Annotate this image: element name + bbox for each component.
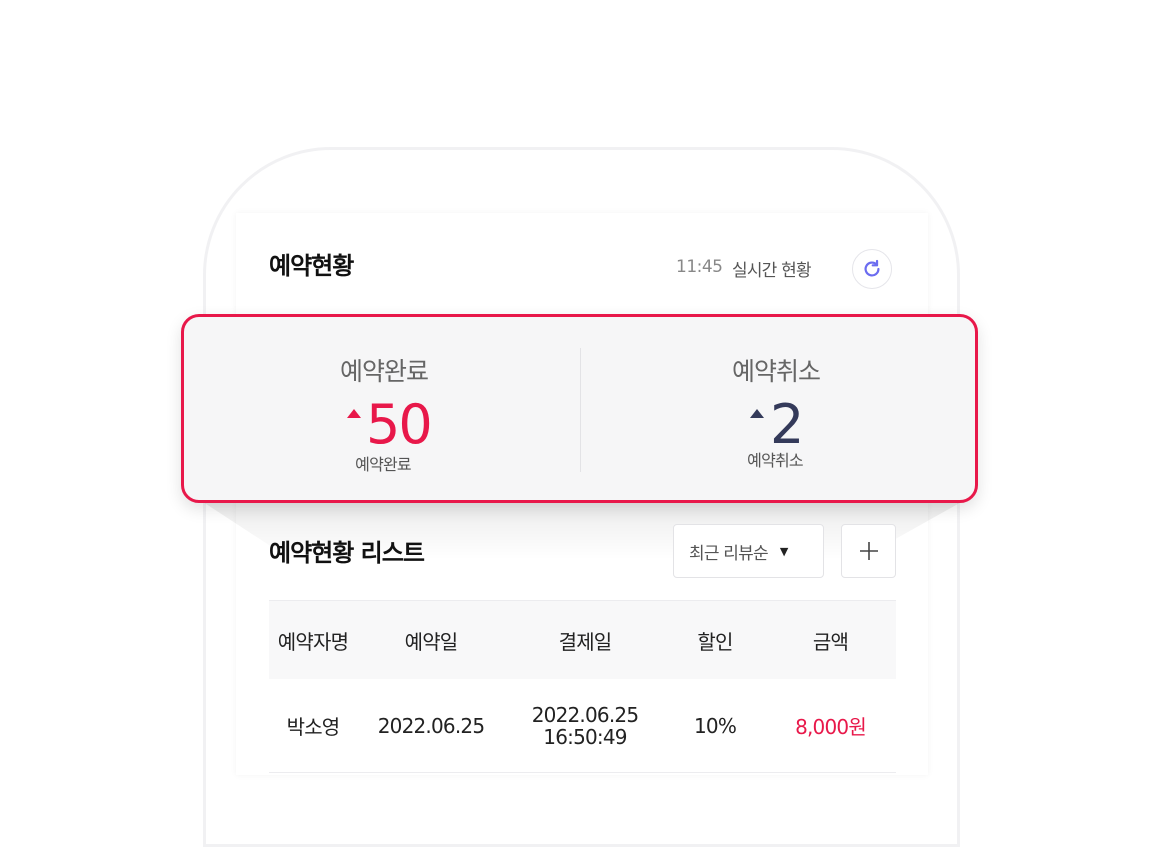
cell-payment-datetime: 2022.06.25 16:50:49 xyxy=(505,704,665,748)
page-title: 예약현황 xyxy=(269,252,354,280)
cell-payment-time: 16:50:49 xyxy=(543,724,627,749)
reservation-table: 예약자명 예약일 결제일 할인 금액 박소영 2022.06.25 2022.0… xyxy=(269,600,896,773)
realtime-label: 실시간 현황 xyxy=(732,261,812,281)
column-header-amount: 금액 xyxy=(812,629,849,654)
cancelled-count: 2 xyxy=(770,393,804,456)
column-header-name: 예약자명 xyxy=(277,629,349,654)
cell-payment-date: 2022.06.25 xyxy=(531,702,639,727)
column-header-reservation-date: 예약일 xyxy=(404,629,459,654)
up-arrow-icon xyxy=(347,409,361,418)
column-header-payment-date: 결제일 xyxy=(558,629,613,654)
column-header-discount: 할인 xyxy=(697,629,733,654)
cancelled-sub-label: 예약취소 xyxy=(747,451,803,470)
stats-divider xyxy=(580,348,581,472)
cell-reservation-date: 2022.06.25 xyxy=(377,713,485,738)
list-title: 예약현황 리스트 xyxy=(269,539,425,567)
table-header: 예약자명 예약일 결제일 할인 금액 xyxy=(269,600,896,679)
completed-sub-label: 예약완료 xyxy=(355,455,411,474)
caret-down-icon: ▼ xyxy=(779,544,788,558)
refresh-icon xyxy=(864,259,880,277)
refresh-button[interactable] xyxy=(852,249,892,289)
add-button[interactable] xyxy=(841,524,896,578)
sort-dropdown[interactable]: 최근 리뷰순 ▼ xyxy=(673,524,824,578)
cancelled-title: 예약취소 xyxy=(731,357,821,386)
realtime-time: 11:45 xyxy=(676,257,723,277)
cell-name: 박소영 xyxy=(286,715,341,739)
table-row[interactable]: 박소영 2022.06.25 2022.06.25 16:50:49 10% 8… xyxy=(269,679,896,773)
sort-selected-value: 최근 리뷰순 xyxy=(689,543,769,564)
cell-amount: 8,000원 xyxy=(795,715,867,739)
completed-count: 50 xyxy=(366,393,433,456)
up-arrow-icon xyxy=(750,409,764,418)
plus-icon xyxy=(859,542,878,560)
cell-discount: 10% xyxy=(693,713,737,738)
completed-title: 예약완료 xyxy=(339,357,429,386)
